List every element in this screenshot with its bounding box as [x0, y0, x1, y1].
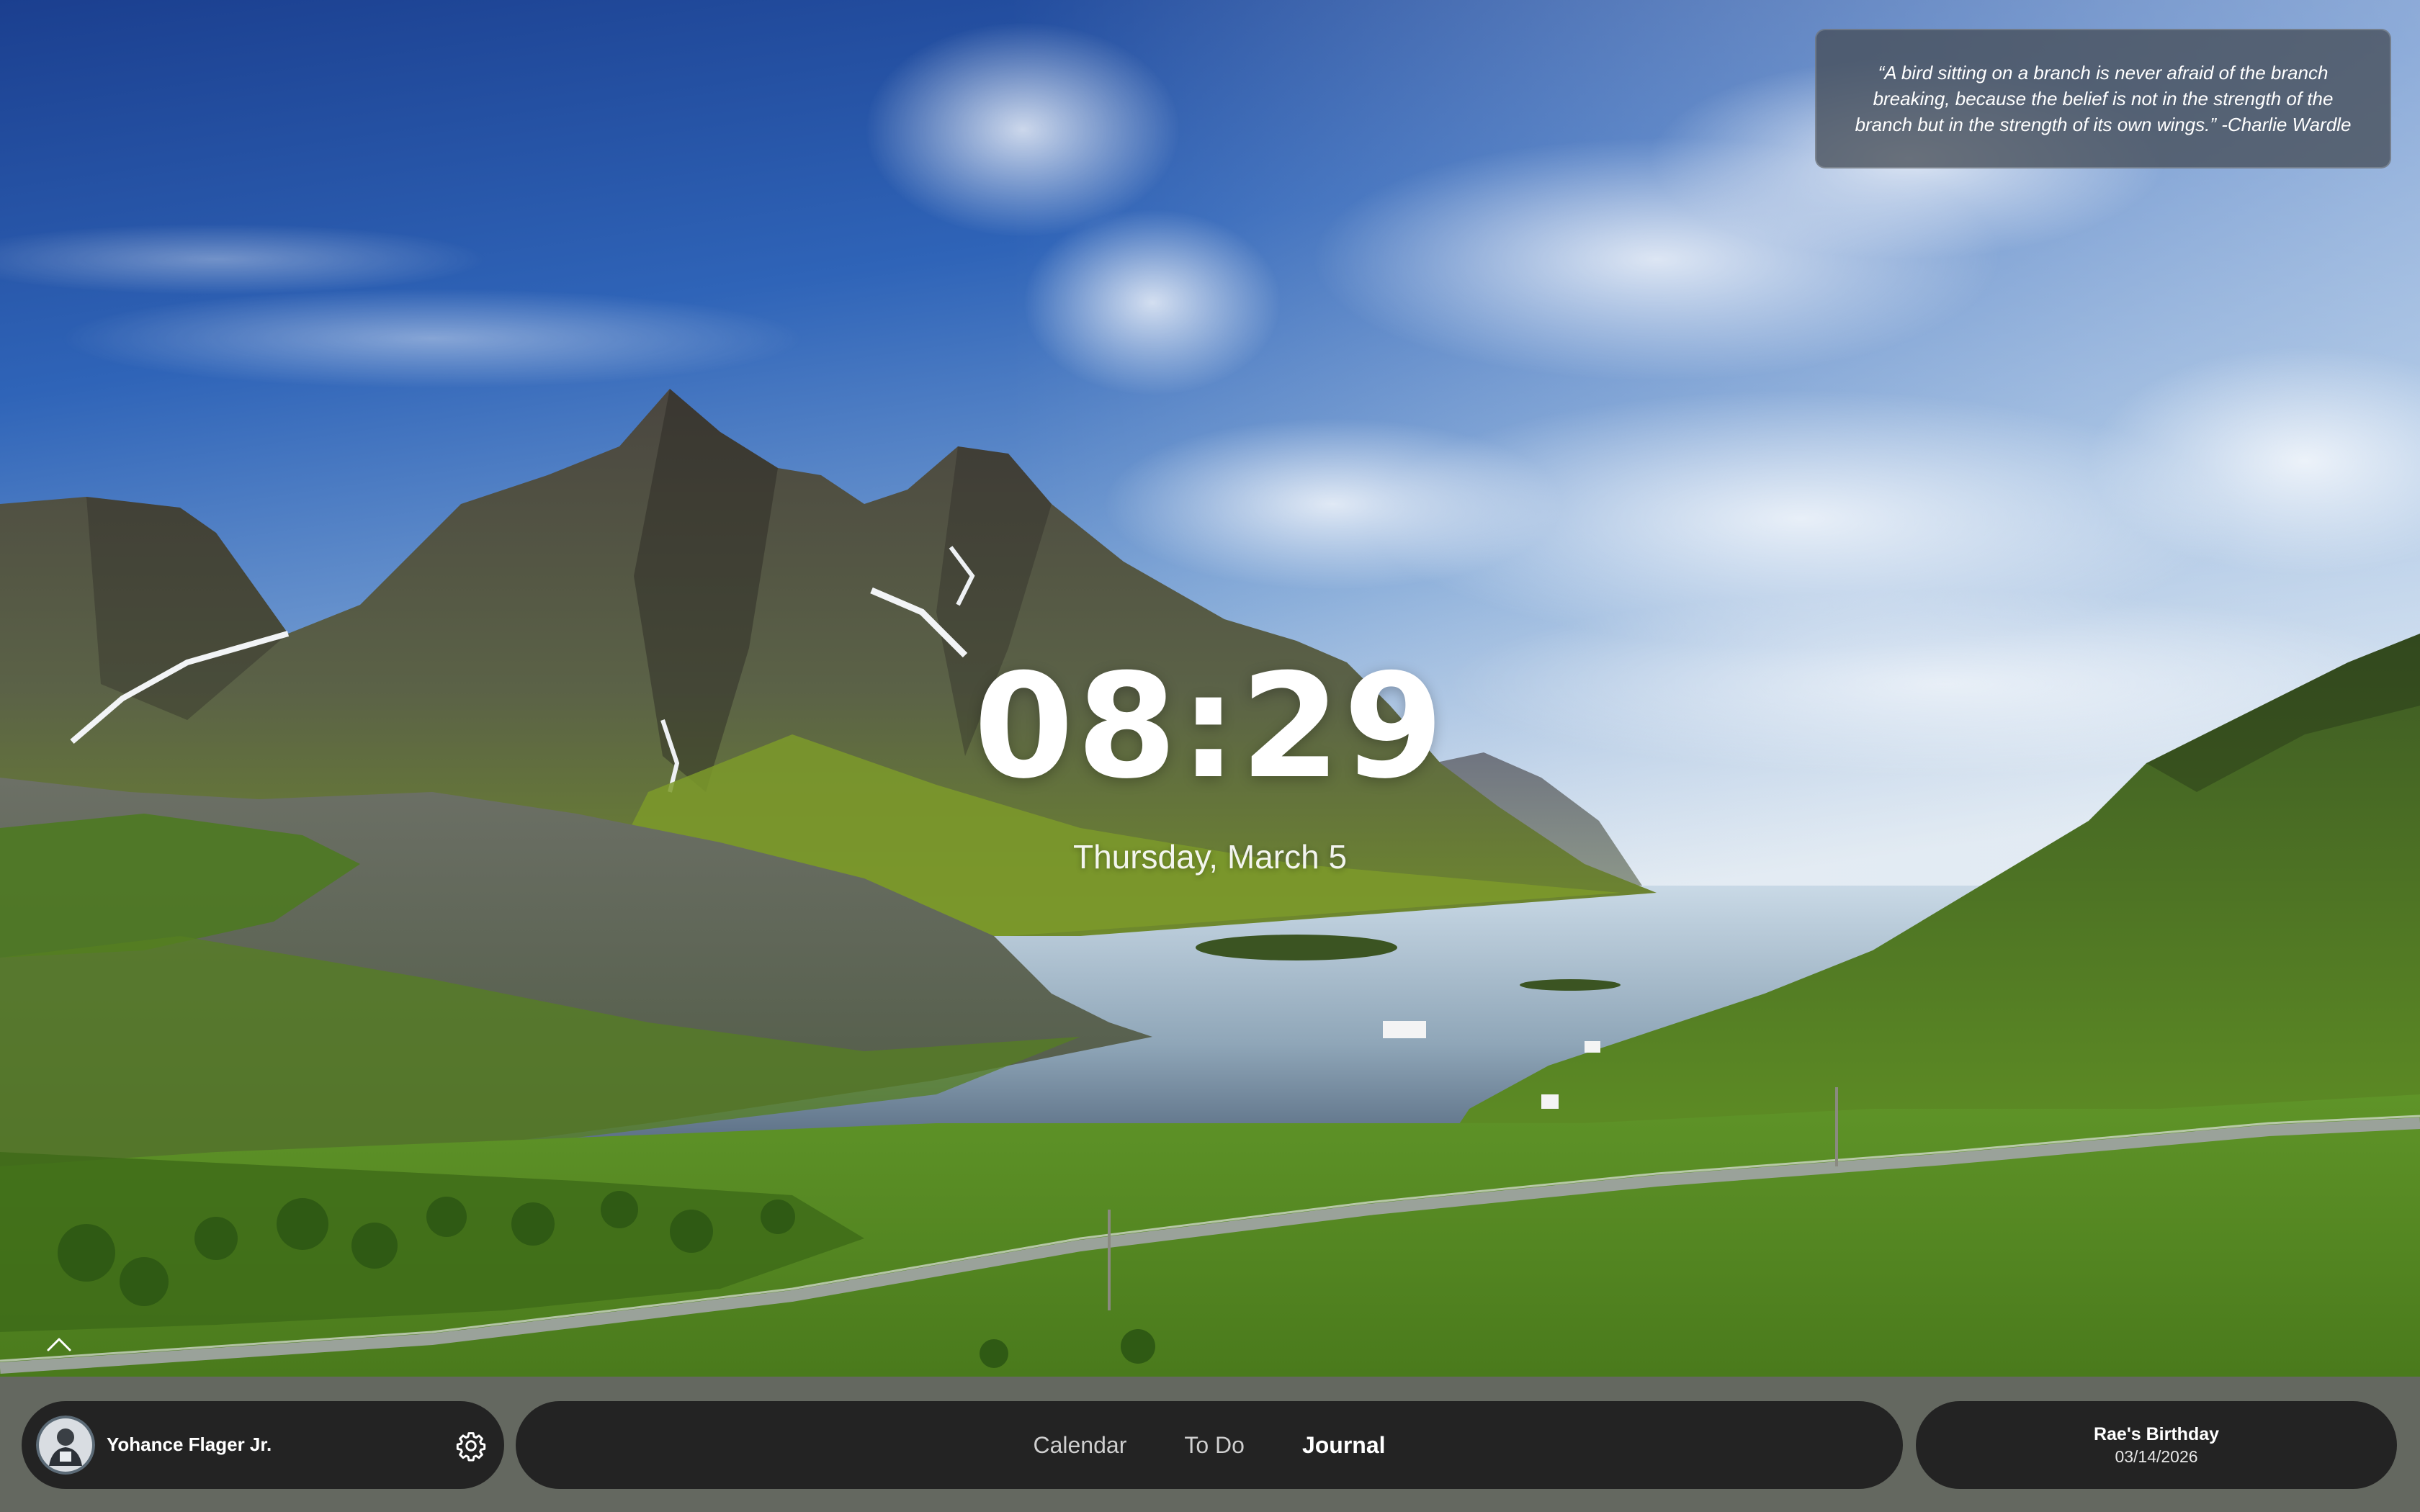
user-name: Yohance Flager Jr.: [107, 1434, 272, 1455]
clock-date: Thursday, March 5: [1072, 838, 1348, 876]
tab-calendar[interactable]: Calendar: [1033, 1429, 1126, 1461]
upcoming-event-pill[interactable]: Rae's Birthday 03/14/2026: [1916, 1401, 2397, 1489]
avatar[interactable]: [36, 1416, 95, 1475]
gear-icon: [456, 1432, 486, 1462]
nav-pill: Calendar To Do Journal: [516, 1401, 1903, 1489]
clock-time: 08:29: [973, 643, 1447, 811]
settings-button[interactable]: [452, 1427, 490, 1464]
profile-pill: Yohance Flager Jr.: [22, 1401, 504, 1489]
tab-journal[interactable]: Journal: [1302, 1429, 1386, 1461]
desktop-screen: “A bird sitting on a branch is never afr…: [0, 0, 2420, 1512]
chevron-up-icon[interactable]: [46, 1336, 72, 1352]
event-date: 03/14/2026: [2115, 1447, 2198, 1466]
event-title: Rae's Birthday: [2093, 1424, 2220, 1444]
avatar-image: [36, 1416, 95, 1475]
tab-todo[interactable]: To Do: [1184, 1429, 1245, 1461]
quote-text: “A bird sitting on a branch is never afr…: [1855, 62, 2352, 135]
quote-card: “A bird sitting on a branch is never afr…: [1815, 29, 2391, 168]
